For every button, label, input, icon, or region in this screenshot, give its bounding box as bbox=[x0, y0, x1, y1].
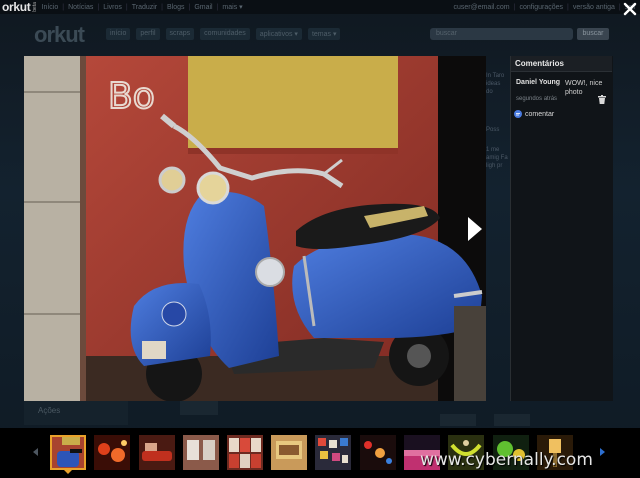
strip-next-arrow-icon[interactable] bbox=[600, 448, 605, 456]
nav-temas: temas ▾ bbox=[307, 28, 341, 40]
top-bar: orkut beta Início | Notícias | Livros | Tra… bbox=[0, 0, 640, 14]
search-button: buscar bbox=[577, 28, 609, 40]
nav-aplicativos: aplicativos ▾ bbox=[255, 28, 302, 40]
topnav-item-noticias: Notícias bbox=[68, 3, 94, 11]
acoes-label: Ações bbox=[24, 401, 128, 425]
trash-icon[interactable] bbox=[598, 95, 606, 104]
topnav-item-blogs: Blogs bbox=[166, 3, 185, 11]
topnav-item-livros: Livros bbox=[103, 3, 122, 11]
topnav-item-gmail: Gmail bbox=[194, 3, 213, 11]
speech-bubble-icon bbox=[514, 110, 522, 118]
watermark-text: www.cybernally.com bbox=[420, 450, 593, 470]
svg-text:Bo: Bo bbox=[108, 76, 155, 117]
add-comment-label: comentar bbox=[525, 110, 555, 118]
next-photo-arrow-icon[interactable] bbox=[468, 217, 482, 241]
thumbnail-street-lights[interactable] bbox=[360, 435, 396, 470]
nav-perfil: perfil bbox=[136, 28, 160, 40]
thumb-image bbox=[315, 435, 351, 470]
bg-block bbox=[494, 414, 530, 426]
main-photo[interactable]: Bo bbox=[24, 56, 486, 401]
thumbnail-painting[interactable] bbox=[271, 435, 307, 470]
nav-comunidades: comunidades bbox=[200, 28, 250, 40]
account-settings: configurações bbox=[519, 3, 564, 11]
thumbnail-vespa[interactable] bbox=[50, 435, 86, 470]
bg-snippet: do bbox=[486, 89, 493, 95]
strip-prev-arrow-icon[interactable] bbox=[33, 448, 38, 456]
bg-snippet: amig Fa bbox=[486, 155, 508, 161]
search-input: buscar bbox=[430, 28, 573, 40]
topnav-item-traduzir: Traduzir bbox=[131, 3, 158, 11]
thumb-image bbox=[52, 437, 84, 468]
nav-inicio: início bbox=[106, 28, 131, 40]
thumb-image bbox=[271, 435, 307, 470]
comment-author[interactable]: Daniel Young bbox=[516, 79, 560, 86]
comments-panel: Comentários Daniel Young WOW!, nice phot… bbox=[510, 56, 613, 401]
bg-snippet: ligh pr bbox=[486, 163, 503, 169]
page-header: orkut início perfil scraps comunidades a… bbox=[0, 20, 640, 48]
active-thumb-pointer bbox=[64, 470, 72, 474]
comments-title: Comentários bbox=[511, 56, 612, 72]
bg-snippet: ideas bbox=[486, 81, 501, 87]
account-email: cuser@email.com bbox=[453, 3, 510, 11]
bg-snippet: Poss bbox=[486, 127, 500, 133]
thumb-image bbox=[183, 435, 219, 470]
bg-snippet: 1 me bbox=[486, 147, 500, 153]
add-comment-link[interactable]: comentar bbox=[514, 110, 554, 118]
thumbnail-red-lights[interactable] bbox=[94, 435, 130, 470]
comment-timestamp: segundos atrás bbox=[516, 96, 558, 102]
scooter-photo-image: Bo bbox=[24, 56, 486, 401]
main-nav: início perfil scraps comunidades aplicat… bbox=[106, 28, 341, 40]
bg-block bbox=[180, 401, 218, 415]
orkut-logo: orkut bbox=[2, 0, 31, 14]
bg-snippet: In Taro bbox=[486, 73, 505, 79]
thumbnail-collage[interactable] bbox=[315, 435, 351, 470]
close-icon[interactable] bbox=[623, 2, 637, 16]
thumb-image bbox=[139, 435, 175, 470]
beta-label: beta bbox=[31, 2, 38, 12]
topnav-item-inicio: Início bbox=[41, 3, 59, 11]
thumb-image bbox=[360, 435, 396, 470]
thumb-image bbox=[94, 435, 130, 470]
bg-block bbox=[440, 414, 476, 426]
page-logo: orkut bbox=[34, 22, 85, 47]
bg-sidebar-snippets: In Taro ideas do Poss 1 me amig Fa ligh … bbox=[486, 72, 510, 170]
nav-scraps: scraps bbox=[165, 28, 195, 40]
account-old-version: versão antiga bbox=[572, 3, 615, 11]
thumbnail-red-car[interactable] bbox=[139, 435, 175, 470]
thumbnail-window[interactable] bbox=[183, 435, 219, 470]
thumbnail-posters[interactable] bbox=[227, 435, 263, 470]
topnav-item-mais: mais ▾ bbox=[222, 4, 243, 11]
thumb-image bbox=[227, 435, 263, 470]
